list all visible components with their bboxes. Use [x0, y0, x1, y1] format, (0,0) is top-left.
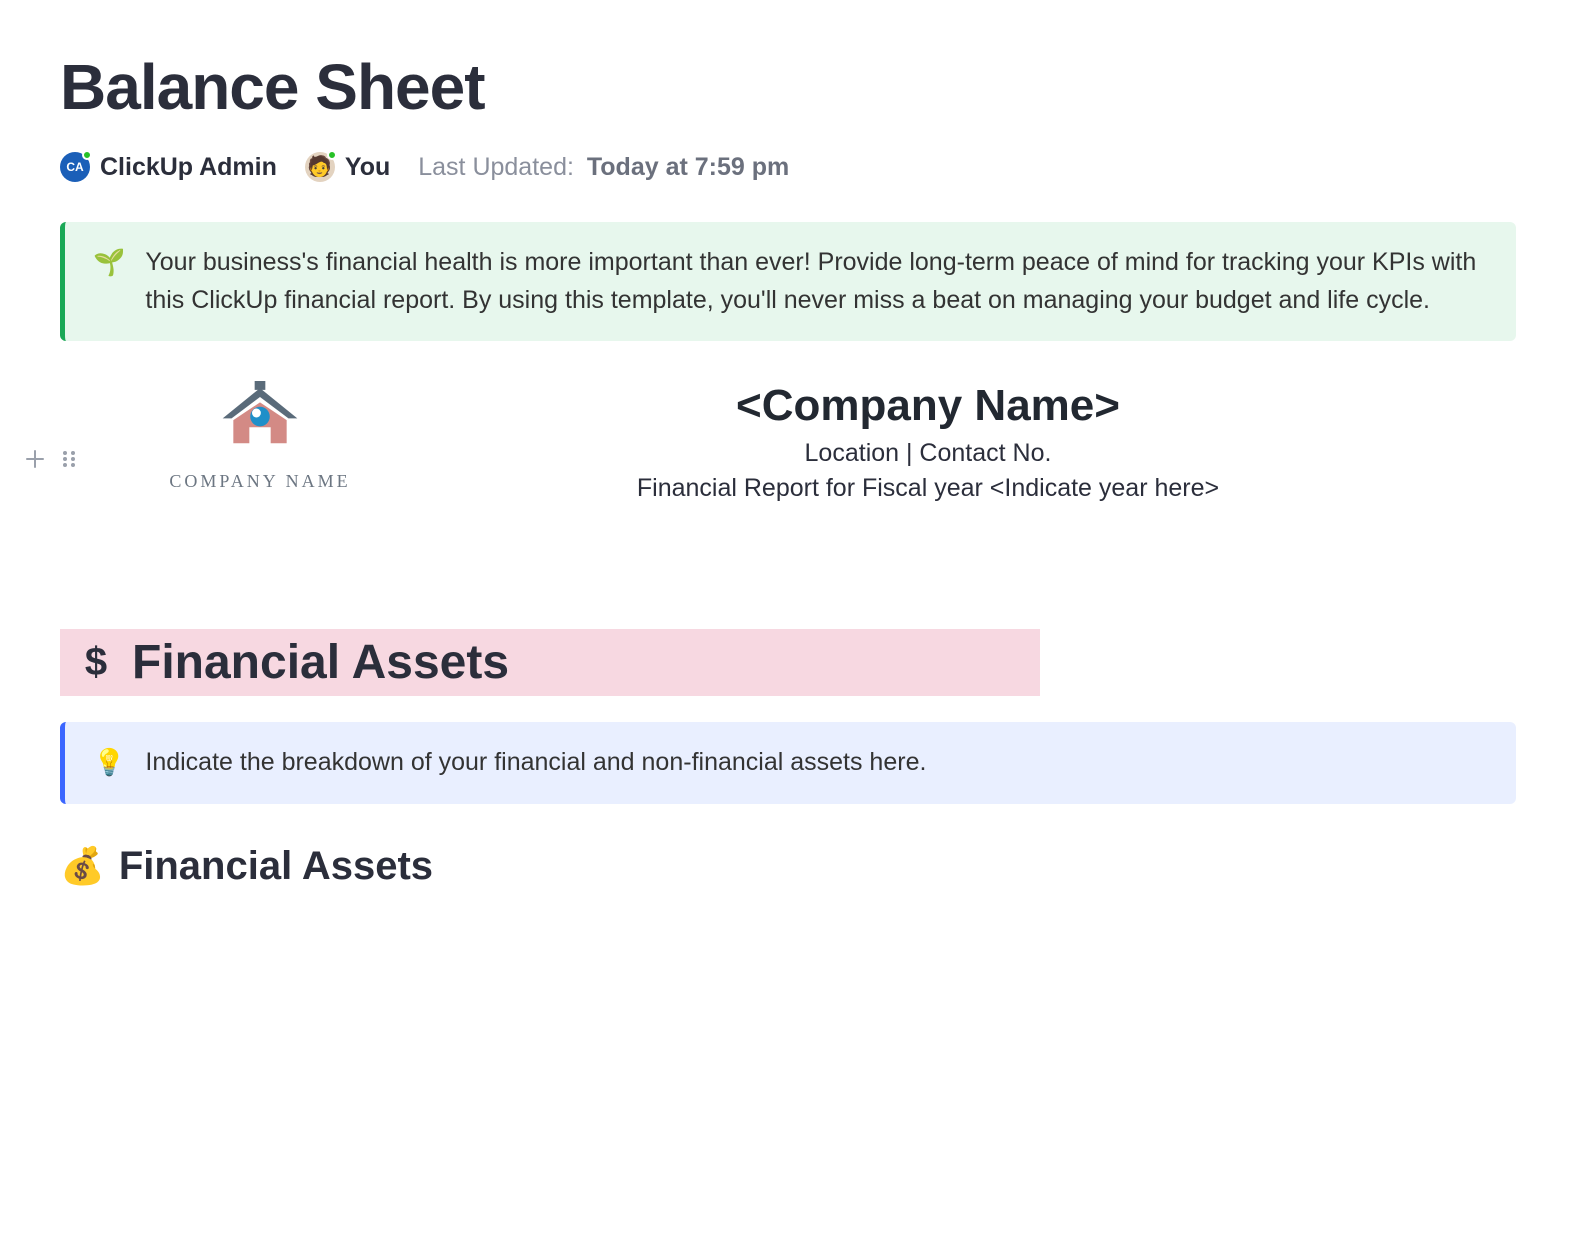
dollar-icon: $ — [78, 641, 114, 685]
add-block-icon[interactable] — [24, 448, 46, 470]
company-location-contact[interactable]: Location | Contact No. — [460, 439, 1396, 468]
company-logo-label: COMPANY NAME — [169, 471, 350, 492]
last-updated-value: Today at 7:59 pm — [587, 153, 789, 181]
avatar: CA — [60, 152, 90, 182]
moneybag-icon: 💰 — [60, 845, 105, 887]
author-name: You — [345, 153, 390, 182]
subsection-financial-assets: 💰 Financial Assets — [60, 844, 1516, 889]
company-header-block: COMPANY NAME <Company Name> Location | C… — [120, 381, 1516, 509]
company-logo-icon — [215, 381, 305, 461]
last-updated-label: Last Updated: — [418, 153, 574, 181]
doc-meta-row: CA ClickUp Admin 🧑 You Last Updated: Tod… — [60, 152, 1516, 182]
intro-callout: 🌱 Your business's financial health is mo… — [60, 222, 1516, 341]
company-name-placeholder[interactable]: <Company Name> — [460, 381, 1396, 431]
block-margin-controls — [24, 448, 80, 470]
author-name: ClickUp Admin — [100, 153, 277, 182]
company-logo: COMPANY NAME — [120, 381, 400, 492]
presence-dot-icon — [82, 150, 92, 160]
section-financial-assets-banner: $ Financial Assets — [60, 629, 1040, 696]
svg-text:$: $ — [85, 641, 107, 684]
section-title: Financial Assets — [132, 635, 509, 690]
subsection-title-text: Financial Assets — [119, 844, 433, 889]
page-title: Balance Sheet — [60, 50, 1516, 124]
company-report-line[interactable]: Financial Report for Fiscal year <Indica… — [460, 474, 1396, 503]
avatar: 🧑 — [305, 152, 335, 182]
author-clickup-admin[interactable]: CA ClickUp Admin — [60, 152, 277, 182]
drag-handle-icon[interactable] — [58, 448, 80, 470]
tip-callout: 💡 Indicate the breakdown of your financi… — [60, 722, 1516, 804]
lightbulb-icon: 💡 — [93, 746, 125, 780]
avatar-initials: CA — [66, 160, 83, 174]
presence-dot-icon — [327, 150, 337, 160]
intro-callout-text: Your business's financial health is more… — [145, 244, 1488, 319]
last-updated: Last Updated: Today at 7:59 pm — [418, 153, 789, 182]
seedling-icon: 🌱 — [93, 246, 125, 280]
avatar-face-icon: 🧑 — [307, 157, 332, 177]
tip-callout-text: Indicate the breakdown of your financial… — [145, 744, 926, 782]
company-text-block: <Company Name> Location | Contact No. Fi… — [460, 381, 1516, 509]
author-you[interactable]: 🧑 You — [305, 152, 390, 182]
